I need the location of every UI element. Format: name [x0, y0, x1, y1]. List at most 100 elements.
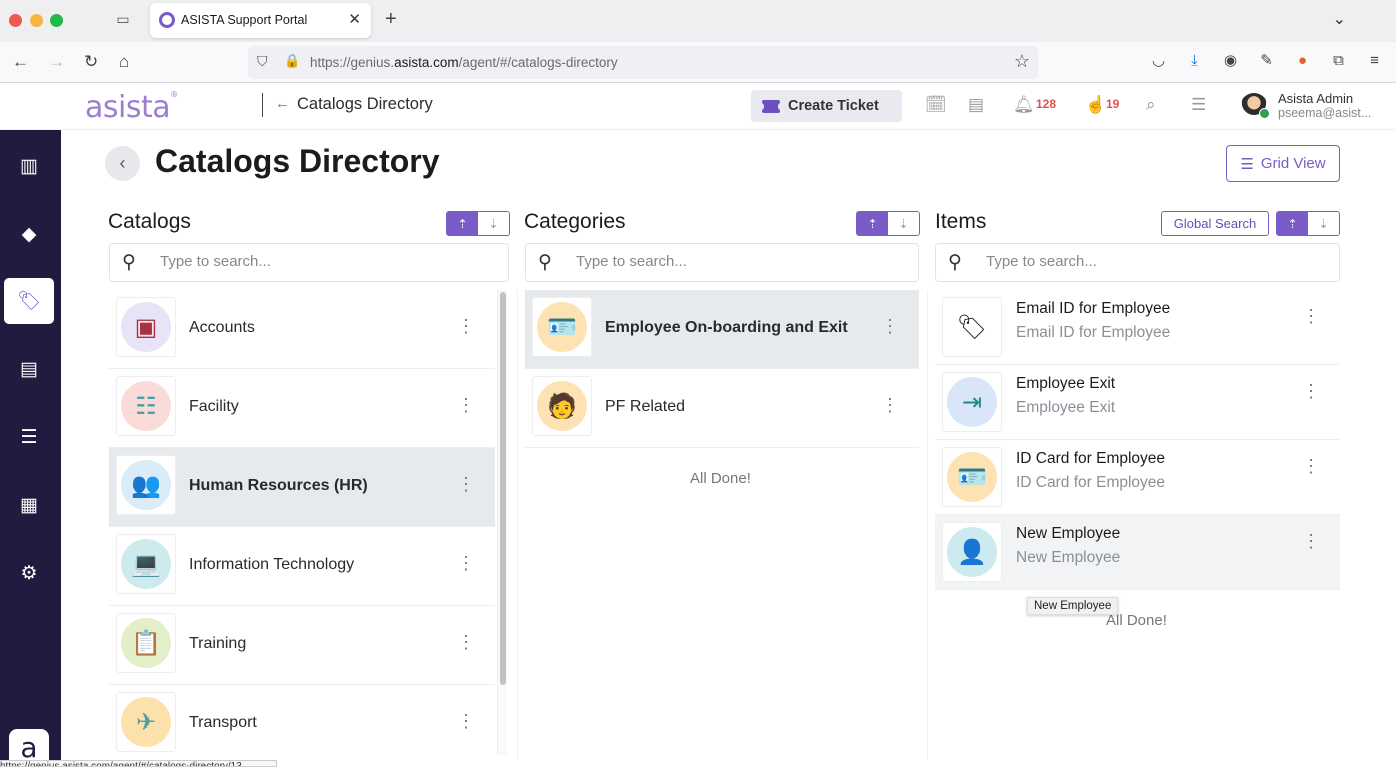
sort-ascending-icon[interactable]: ⇡	[857, 212, 888, 235]
pocket-icon[interactable]: ◡	[1149, 51, 1168, 70]
sidebar-item-settings[interactable]: ⚙	[4, 550, 54, 596]
url-text[interactable]: https://genius.asista.com/agent/#/catalo…	[310, 55, 618, 70]
airplane-icon: ✈	[121, 697, 171, 747]
home-icon[interactable]: ⌂	[119, 52, 129, 72]
sidebar-item-tickets[interactable]: ◆	[4, 211, 54, 257]
more-options-icon[interactable]: ⋮	[1302, 457, 1320, 475]
asista-logo[interactable]: asista®	[85, 90, 178, 125]
more-options-icon[interactable]: ⋮	[457, 554, 475, 572]
calendar-clock-icon[interactable]: 🗓	[925, 95, 947, 115]
more-options-icon[interactable]: ⋮	[1302, 307, 1320, 325]
sort-descending-icon[interactable]: ⇣	[888, 212, 919, 235]
global-search-button[interactable]: Global Search	[1161, 211, 1269, 236]
category-label: Employee On-boarding and Exit	[605, 319, 848, 336]
tab-overview-icon[interactable]: ▭	[113, 11, 133, 29]
close-tab-icon[interactable]: ✕	[348, 10, 361, 28]
item-title: New Employee	[1016, 525, 1121, 542]
sidebar-item-catalogs[interactable]: 🏷	[4, 278, 54, 324]
forward-arrow-icon[interactable]: →	[48, 52, 65, 72]
items-list: 🏷 Email ID for Employee Email ID for Emplo…	[935, 290, 1340, 590]
sidebar-item-dashboard[interactable]: ▥	[4, 143, 54, 189]
window-close-button[interactable]	[9, 14, 22, 27]
column-divider	[517, 290, 518, 760]
lock-warning-icon[interactable]: 🔒	[284, 53, 300, 69]
thumbnail: ✈	[116, 692, 176, 752]
timesheet-icon[interactable]: ▤	[968, 95, 984, 115]
app-menu-icon[interactable]: ≡	[1365, 51, 1384, 70]
items-search-input[interactable]	[986, 253, 1309, 270]
categories-search-input[interactable]	[576, 253, 890, 270]
shield-icon[interactable]: ⛉	[257, 53, 268, 70]
notifications-count[interactable]: 128	[1036, 97, 1056, 111]
category-row[interactable]: 🪪 Employee On-boarding and Exit ⋮	[525, 290, 919, 369]
thumbnail: ▣	[116, 297, 176, 357]
sidebar-item-knowledge-base[interactable]: ▤	[4, 346, 54, 392]
scrollbar-thumb[interactable]	[500, 292, 506, 685]
sidebar-item-list[interactable]: ☰	[4, 414, 54, 460]
duckduckgo-extension-icon[interactable]: ●	[1293, 51, 1312, 70]
catalogs-scrollbar[interactable]	[497, 290, 507, 755]
tab-list-chevron-icon[interactable]: ⌄	[1333, 9, 1346, 29]
thumbnail: ⇥	[942, 372, 1002, 432]
window-zoom-button[interactable]	[50, 14, 63, 27]
download-icon[interactable]: ⤓	[1185, 51, 1204, 70]
catalog-row[interactable]: 💻 Information Technology ⋮	[109, 527, 495, 606]
eyedropper-icon[interactable]: ✎	[1257, 51, 1276, 70]
it-support-icon: 💻	[121, 539, 171, 589]
item-row[interactable]: ⇥ Employee Exit Employee Exit ⋮	[935, 365, 1340, 440]
create-ticket-button[interactable]: Create Ticket	[751, 90, 902, 122]
bell-icon[interactable]: 🔔︎	[1013, 95, 1035, 115]
catalog-label: Information Technology	[189, 556, 355, 573]
thumbnail: 📋	[116, 613, 176, 673]
header-back-arrow-icon[interactable]: ←	[275, 95, 290, 112]
more-options-icon[interactable]: ⋮	[881, 396, 899, 414]
bookmark-star-icon[interactable]: ☆	[1014, 51, 1030, 72]
more-options-icon[interactable]: ⋮	[1302, 532, 1320, 550]
menu-icon[interactable]: ☰	[1191, 95, 1206, 115]
user-name[interactable]: Asista Admin	[1278, 91, 1353, 106]
catalogs-search-input[interactable]	[160, 253, 479, 270]
touch-task-icon[interactable]: ☝	[1085, 95, 1106, 115]
window-minimize-button[interactable]	[30, 14, 43, 27]
browser-tabbar: ▭ ASISTA Support Portal ✕ + ⌄	[0, 0, 1396, 42]
catalog-row[interactable]: ☷ Facility ⋮	[109, 369, 495, 448]
page-back-button[interactable]: ‹	[105, 146, 140, 181]
browser-toolbar-icons: ◡ ⤓ ◉ ✎ ● ⧉ ≡	[1149, 51, 1384, 70]
new-tab-button[interactable]: +	[385, 8, 397, 31]
more-options-icon[interactable]: ⋮	[457, 396, 475, 414]
catalog-row[interactable]: ✈ Transport ⋮	[109, 685, 495, 757]
account-icon[interactable]: ◉	[1221, 51, 1240, 70]
category-row[interactable]: 🧑 PF Related ⋮	[525, 369, 919, 448]
more-options-icon[interactable]: ⋮	[881, 317, 899, 335]
more-options-icon[interactable]: ⋮	[457, 633, 475, 651]
thumbnail: 🪪	[942, 447, 1002, 507]
catalog-row[interactable]: 📋 Training ⋮	[109, 606, 495, 685]
sort-descending-icon[interactable]: ⇣	[1308, 212, 1339, 235]
browser-tab-active[interactable]: ASISTA Support Portal ✕	[150, 3, 371, 38]
catalog-row[interactable]: 👥 Human Resources (HR) ⋮	[109, 448, 495, 527]
item-subtitle: New Employee	[1016, 549, 1121, 566]
sort-ascending-icon[interactable]: ⇡	[447, 212, 478, 235]
browser-navbar: ← → ↻ ⌂ ⛉ 🔒 https://genius.asista.com/ag…	[0, 42, 1396, 83]
tasks-count[interactable]: 19	[1106, 97, 1119, 111]
item-row[interactable]: 👤 New Employee New Employee ⋮	[935, 515, 1340, 590]
item-row[interactable]: 🪪 ID Card for Employee ID Card for Employe…	[935, 440, 1340, 515]
sort-ascending-icon[interactable]: ⇡	[1277, 212, 1308, 235]
catalog-row[interactable]: ▣ Accounts ⋮	[109, 290, 495, 369]
more-options-icon[interactable]: ⋮	[457, 475, 475, 493]
grid-view-button[interactable]: ☰ Grid View	[1226, 145, 1340, 182]
url-bar[interactable]: ⛉ 🔒 https://genius.asista.com/agent/#/ca…	[248, 46, 1038, 79]
item-row[interactable]: 🏷 Email ID for Employee Email ID for Emplo…	[935, 290, 1340, 365]
search-icon[interactable]: ⌕	[1146, 95, 1156, 115]
back-arrow-icon[interactable]: ←	[12, 52, 29, 72]
item-subtitle: Email ID for Employee	[1016, 324, 1171, 341]
extensions-puzzle-icon[interactable]: ⧉	[1329, 51, 1348, 70]
more-options-icon[interactable]: ⋮	[457, 317, 475, 335]
reload-icon[interactable]: ↻	[84, 52, 98, 72]
catalog-label: Accounts	[189, 319, 255, 336]
sort-descending-icon[interactable]: ⇣	[478, 212, 509, 235]
more-options-icon[interactable]: ⋮	[1302, 382, 1320, 400]
more-options-icon[interactable]: ⋮	[457, 712, 475, 730]
people-group-icon: 👥	[121, 460, 171, 510]
sidebar-item-reports[interactable]: ▦	[4, 482, 54, 528]
